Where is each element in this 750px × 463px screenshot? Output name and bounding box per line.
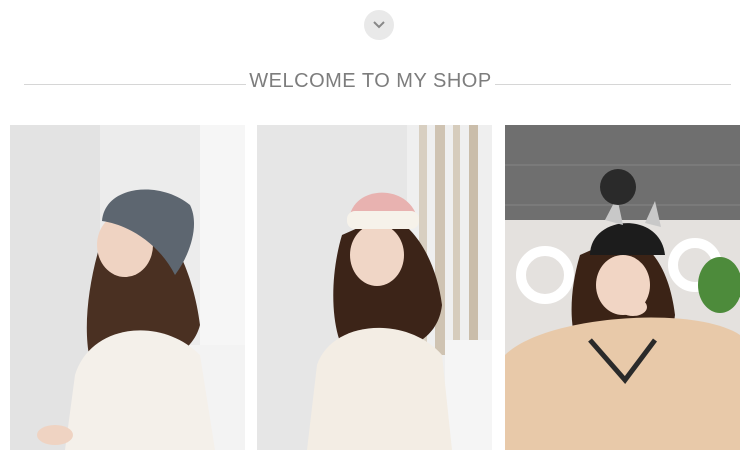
section-title: WELCOME TO MY SHOP [249, 70, 492, 92]
divider-left [24, 84, 246, 85]
product-photo-3[interactable] [505, 125, 740, 450]
chevron-down-icon [373, 21, 385, 29]
collapse-button[interactable] [364, 10, 394, 40]
product-photo-2[interactable] [257, 125, 492, 450]
divider-right [495, 84, 731, 85]
product-photo-1[interactable] [10, 125, 245, 450]
